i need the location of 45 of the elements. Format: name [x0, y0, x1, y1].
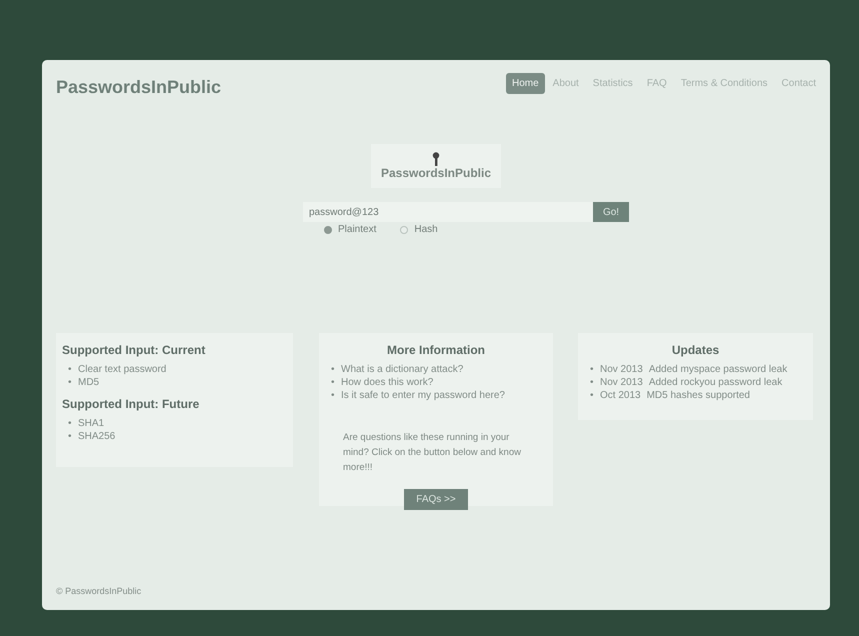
nav-link[interactable]: FAQ: [640, 73, 673, 94]
nav-link[interactable]: Contact: [776, 73, 822, 94]
update-text: MD5 hashes supported: [646, 389, 750, 402]
card-heading: Updates: [670, 343, 720, 357]
nav-link[interactable]: About: [546, 73, 585, 94]
update-date: Oct 2013: [600, 389, 641, 402]
list-bullet: •: [590, 376, 595, 389]
nav-link[interactable]: Statistics: [586, 73, 639, 94]
faqs-button[interactable]: FAQs >>: [404, 489, 468, 510]
update-text: Added myspace password leak: [648, 363, 788, 376]
update-date: Nov 2013: [600, 376, 643, 389]
go-button[interactable]: Go!: [593, 202, 629, 222]
card-heading: More Information: [386, 343, 486, 357]
list-item: Clear text password: [78, 363, 166, 376]
list-bullet: •: [331, 376, 336, 389]
question-link[interactable]: What is a dictionary attack?: [341, 363, 464, 376]
card-heading: Supported Input: Current: [62, 343, 206, 357]
radio-label: Plaintext: [338, 224, 376, 235]
list-bullet: •: [331, 363, 336, 376]
footer-text: © PasswordsInPublic: [56, 586, 142, 596]
question-link[interactable]: How does this work?: [341, 376, 434, 389]
list-bullet: •: [68, 417, 73, 430]
info-text: Are questions like these running in your mind? Click on the button below and know more!!!: [343, 431, 522, 475]
list-item: SHA256: [78, 430, 116, 443]
list-bullet: •: [590, 363, 595, 376]
list-bullet: •: [331, 389, 336, 402]
radio-button[interactable]: [324, 226, 332, 234]
list-bullet: •: [68, 430, 73, 443]
question-link[interactable]: Is it safe to enter my password here?: [341, 389, 505, 402]
site-brand[interactable]: PasswordsInPublic: [56, 77, 222, 98]
update-text: Added rockyou password leak: [648, 376, 782, 389]
radio-button[interactable]: [400, 226, 408, 234]
card-heading: Supported Input: Future: [62, 397, 200, 411]
logo-text: PasswordsInPublic: [380, 166, 492, 180]
list-item: SHA1: [78, 417, 104, 430]
list-bullet: •: [68, 363, 73, 376]
list-bullet: •: [590, 389, 595, 402]
update-date: Nov 2013: [600, 363, 643, 376]
list-item: MD5: [78, 376, 100, 389]
radio-label: Hash: [414, 224, 438, 235]
password-input[interactable]: password@123: [303, 202, 593, 222]
key-icon: [432, 152, 440, 166]
nav-link[interactable]: Terms & Conditions: [674, 73, 774, 94]
nav-link[interactable]: Home: [506, 73, 545, 94]
list-bullet: •: [68, 376, 73, 389]
